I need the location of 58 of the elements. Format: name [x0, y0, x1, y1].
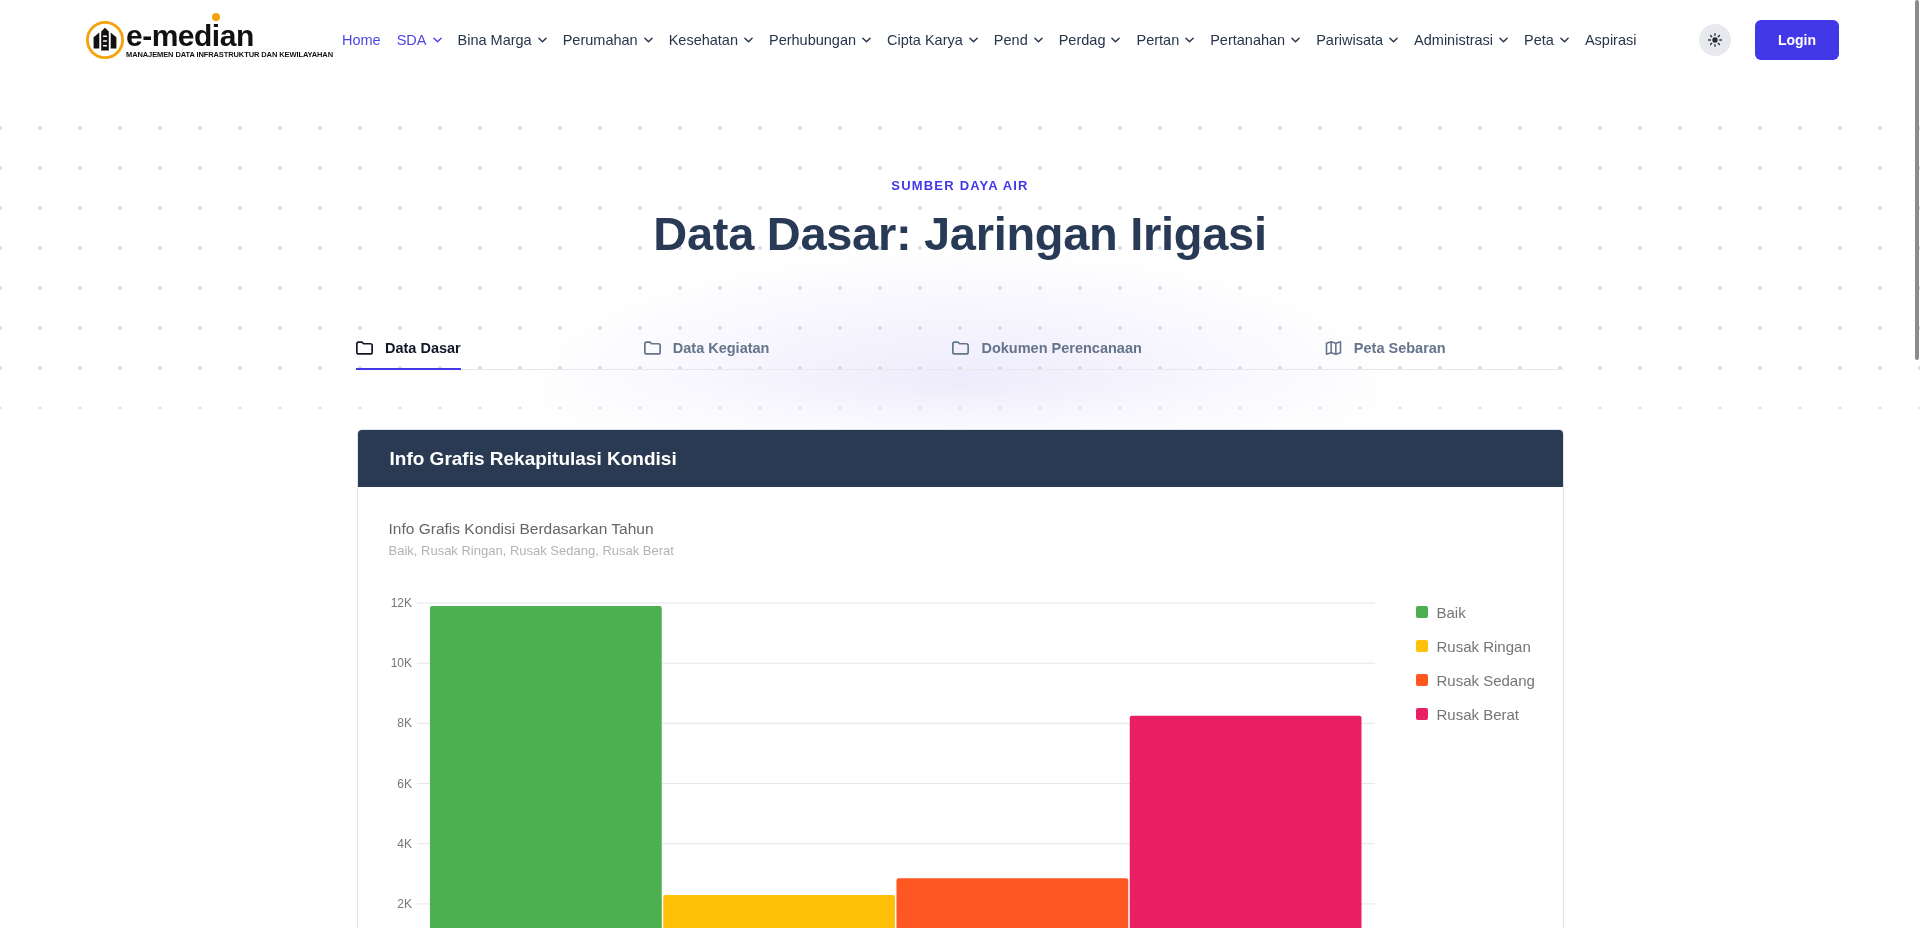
nav-link[interactable]: Pertanahan	[1210, 30, 1301, 50]
login-button[interactable]: Login	[1755, 20, 1839, 60]
legend-label: Baik	[1436, 603, 1466, 621]
axis-label: 8K	[396, 716, 412, 731]
chevron-down-icon	[1499, 37, 1509, 43]
legend-label: Rusak Ringan	[1436, 637, 1531, 655]
nav-link[interactable]: Bina Marga	[457, 30, 547, 50]
nav-link[interactable]: Aspirasi	[1584, 30, 1637, 50]
axis-label: 4K	[396, 836, 412, 851]
chart-subtitle: Baik, Rusak Ringan, Rusak Sedang, Rusak Berat	[388, 543, 674, 559]
nav-link[interactable]: Peta	[1524, 30, 1569, 50]
section-label: SUMBER DAYA AIR	[891, 178, 1029, 194]
chevron-down-icon	[1559, 37, 1569, 43]
card-title: Info Grafis Rekapitulasi Kondisi	[389, 447, 677, 470]
axis-label: 6K	[396, 776, 412, 791]
theme-toggle-button[interactable]	[1699, 24, 1731, 56]
folder-icon	[643, 341, 661, 355]
nav-link[interactable]: Perumahan	[562, 30, 653, 50]
nav-link[interactable]: Pend	[993, 30, 1043, 50]
chevron-down-icon	[1389, 37, 1399, 43]
chevron-down-icon	[432, 37, 442, 43]
legend-label: Rusak Berat	[1436, 705, 1520, 723]
tab[interactable]: Dokumen Perencanaan	[952, 326, 1142, 370]
axis-label: 10K	[390, 656, 412, 671]
chart-title: Info Grafis Kondisi Berdasarkan Tahun	[388, 519, 654, 539]
chevron-down-icon	[1185, 37, 1195, 43]
sun-icon	[1708, 33, 1722, 47]
nav-link[interactable]: Kesehatan	[668, 30, 753, 50]
map-icon	[1324, 341, 1342, 355]
logo-wordmark: e-median	[126, 21, 254, 49]
axis-label: 12K	[390, 596, 412, 610]
logo-dot-icon	[212, 12, 220, 21]
nav-link[interactable]: SDA	[396, 30, 442, 50]
axis-label: 2K	[396, 896, 412, 911]
chevron-down-icon	[1291, 37, 1301, 43]
scrollbar-thumb[interactable]	[1915, 0, 1919, 360]
nav-link[interactable]: Cipta Karya	[887, 30, 978, 50]
nav-link[interactable]: Administrasi	[1414, 30, 1509, 50]
chevron-down-icon	[968, 37, 978, 43]
chevron-down-icon	[643, 37, 653, 43]
chevron-down-icon	[1033, 37, 1043, 43]
nav-link[interactable]: Pariwisata	[1316, 30, 1399, 50]
tab[interactable]: Data Kegiatan	[643, 326, 770, 370]
nav-link[interactable]: Perhubungan	[769, 30, 872, 50]
folder-icon	[356, 341, 373, 355]
nav-link[interactable]: Perdag	[1058, 30, 1121, 50]
legend-label: Rusak Sedang	[1436, 671, 1535, 689]
page-title: Data Dasar: Jaringan Irigasi	[653, 208, 1267, 260]
logo-emblem-icon	[86, 21, 124, 59]
nav-link[interactable]: Home	[342, 30, 381, 50]
folder-icon	[952, 341, 970, 355]
chevron-down-icon	[537, 37, 547, 43]
chevron-down-icon	[862, 37, 872, 43]
tab[interactable]: Peta Sebaran	[1324, 326, 1446, 370]
nav-link[interactable]: Pertan	[1136, 30, 1195, 50]
tab[interactable]: Data Dasar	[356, 326, 461, 370]
chevron-down-icon	[1111, 37, 1121, 43]
chevron-down-icon	[744, 37, 753, 43]
